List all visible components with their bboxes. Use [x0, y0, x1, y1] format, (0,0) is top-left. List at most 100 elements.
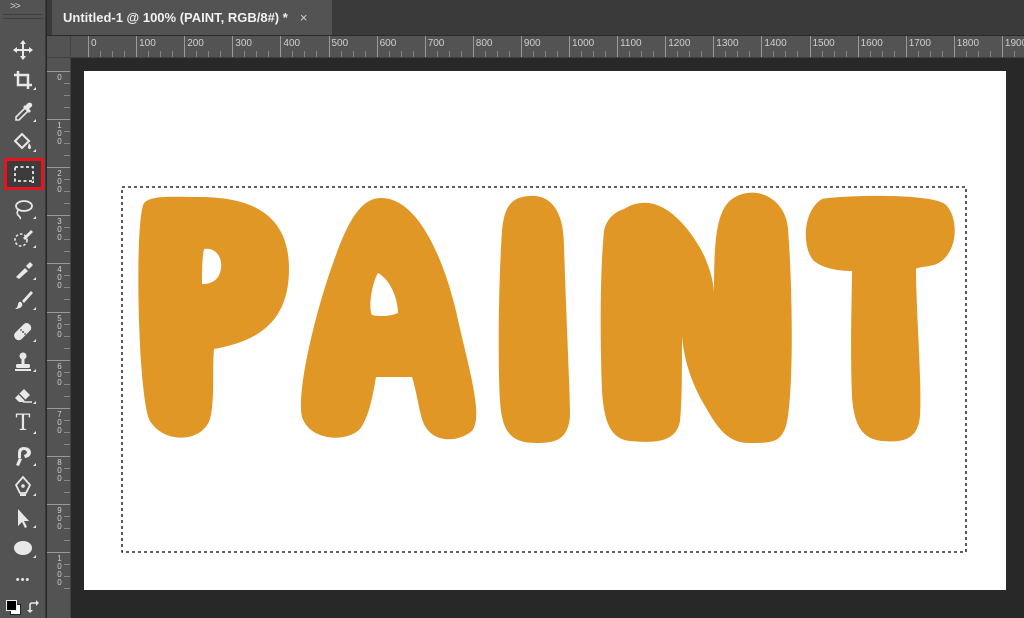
ruler-minor-tick — [352, 51, 354, 57]
ruler-minor-tick — [64, 576, 70, 578]
ruler-tick — [47, 359, 70, 361]
close-tab-icon[interactable]: × — [300, 10, 308, 25]
more-tools[interactable]: ••• — [3, 566, 43, 594]
ruler-label: 1000 — [57, 554, 62, 587]
ruler-minor-tick — [737, 51, 739, 57]
ruler-minor-tick — [532, 51, 534, 57]
ruler-minor-tick — [340, 51, 342, 57]
ruler-label: 0 — [57, 73, 62, 82]
ruler-tick — [47, 215, 70, 217]
ruler-minor-tick — [64, 383, 70, 385]
ruler-minor-tick — [268, 51, 270, 57]
ruler-label: 800 — [57, 457, 62, 483]
quick-selection-tool[interactable] — [3, 224, 43, 252]
mixer-brush-icon — [16, 262, 33, 279]
eraser-tool[interactable] — [3, 380, 43, 408]
ruler-label: 1500 — [812, 38, 835, 49]
pen-tool[interactable] — [3, 472, 43, 500]
ellipse-tool[interactable] — [3, 534, 43, 562]
lasso-tool[interactable] — [3, 195, 43, 223]
ruler-minor-tick — [605, 51, 607, 57]
document-canvas[interactable] — [84, 71, 1006, 590]
ruler-minor-tick — [64, 179, 70, 181]
ruler-minor-tick — [64, 143, 70, 145]
ruler-minor-tick — [64, 564, 70, 566]
ruler-label: 900 — [57, 505, 62, 531]
ruler-tick — [617, 36, 619, 57]
ruler-minor-tick — [484, 51, 486, 57]
horizontal-ruler[interactable]: 0 100 200 300 400 500 600 700 800 900 1000 1100 1200… — [71, 36, 1024, 58]
ruler-label: 1100 — [620, 38, 642, 49]
ruler-tick — [280, 36, 282, 57]
panel-grip[interactable] — [3, 14, 43, 19]
ruler-label: 300 — [57, 217, 62, 243]
ruler-minor-tick — [496, 51, 498, 57]
ruler-minor-tick — [581, 51, 583, 57]
ruler-label: 700 — [427, 38, 445, 49]
ruler-tick — [905, 36, 907, 57]
ruler-tick — [761, 36, 763, 57]
ruler-minor-tick — [965, 51, 967, 57]
path-selection-tool[interactable] — [3, 504, 43, 532]
ruler-minor-tick — [821, 51, 823, 57]
ruler-tick — [713, 36, 715, 57]
ruler-minor-tick — [64, 588, 70, 590]
ruler-tick — [376, 36, 378, 57]
ruler-minor-tick — [64, 479, 70, 481]
pen-icon — [14, 475, 32, 496]
ruler-minor-tick — [148, 51, 150, 57]
color-swatches[interactable] — [4, 598, 42, 616]
clone-stamp-tool[interactable] — [3, 348, 43, 376]
ruler-label: 100 — [57, 121, 62, 147]
type-tool[interactable]: T — [3, 410, 43, 438]
ellipse-icon — [14, 541, 32, 555]
ruler-tick — [47, 407, 70, 409]
ruler-minor-tick — [977, 51, 979, 57]
ruler-origin[interactable] — [47, 36, 71, 58]
ruler-tick — [809, 36, 811, 57]
ruler-minor-tick — [797, 51, 799, 57]
ruler-tick — [47, 503, 70, 505]
smudge-icon — [16, 447, 31, 466]
ruler-minor-tick — [364, 51, 366, 57]
rectangular-marquee-tool[interactable] — [4, 158, 44, 190]
ruler-minor-tick — [64, 203, 70, 205]
ruler-minor-tick — [833, 51, 835, 57]
ruler-minor-tick — [304, 51, 306, 57]
document-tab[interactable]: Untitled-1 @ 100% (PAINT, RGB/8#) * × — [52, 0, 332, 35]
ruler-minor-tick — [929, 51, 931, 57]
ruler-tick — [520, 36, 522, 57]
ruler-tick — [665, 36, 667, 57]
stamp-icon — [15, 352, 31, 371]
eyedropper-tool[interactable] — [3, 98, 43, 126]
ruler-tick — [47, 311, 70, 313]
mixer-brush-tool[interactable] — [3, 256, 43, 284]
ruler-label: 700 — [57, 409, 62, 435]
move-tool[interactable] — [3, 36, 43, 64]
collapse-panel-button[interactable]: >> — [10, 1, 21, 12]
vertical-ruler[interactable]: 0 100 200 300 400 500 600 700 800 900 1000 — [47, 58, 71, 618]
paint-bucket-tool[interactable] — [3, 128, 43, 156]
healing-brush-tool[interactable] — [3, 318, 43, 346]
brush-tool[interactable] — [3, 286, 43, 314]
document-tab-bar: Untitled-1 @ 100% (PAINT, RGB/8#) * × — [47, 0, 1024, 36]
ruler-tick — [47, 263, 70, 265]
ruler-label: 600 — [379, 38, 397, 49]
ruler-minor-tick — [785, 51, 787, 57]
smudge-tool[interactable] — [3, 442, 43, 470]
ruler-label: 1800 — [956, 38, 980, 49]
crop-tool[interactable] — [3, 66, 43, 94]
ruler-label: 500 — [57, 313, 62, 339]
ruler-minor-tick — [64, 395, 70, 397]
ruler-minor-tick — [196, 51, 198, 57]
canvas-artwork — [121, 186, 967, 553]
ruler-label: 900 — [523, 38, 541, 49]
ruler-minor-tick — [64, 515, 70, 517]
foreground-color-swatch[interactable] — [6, 600, 17, 611]
ruler-minor-tick — [64, 191, 70, 193]
ruler-tick — [47, 71, 70, 72]
ruler-minor-tick — [244, 51, 246, 57]
ruler-minor-tick — [160, 51, 162, 57]
swap-colors-icon[interactable] — [27, 600, 41, 614]
letter-i — [498, 195, 570, 443]
